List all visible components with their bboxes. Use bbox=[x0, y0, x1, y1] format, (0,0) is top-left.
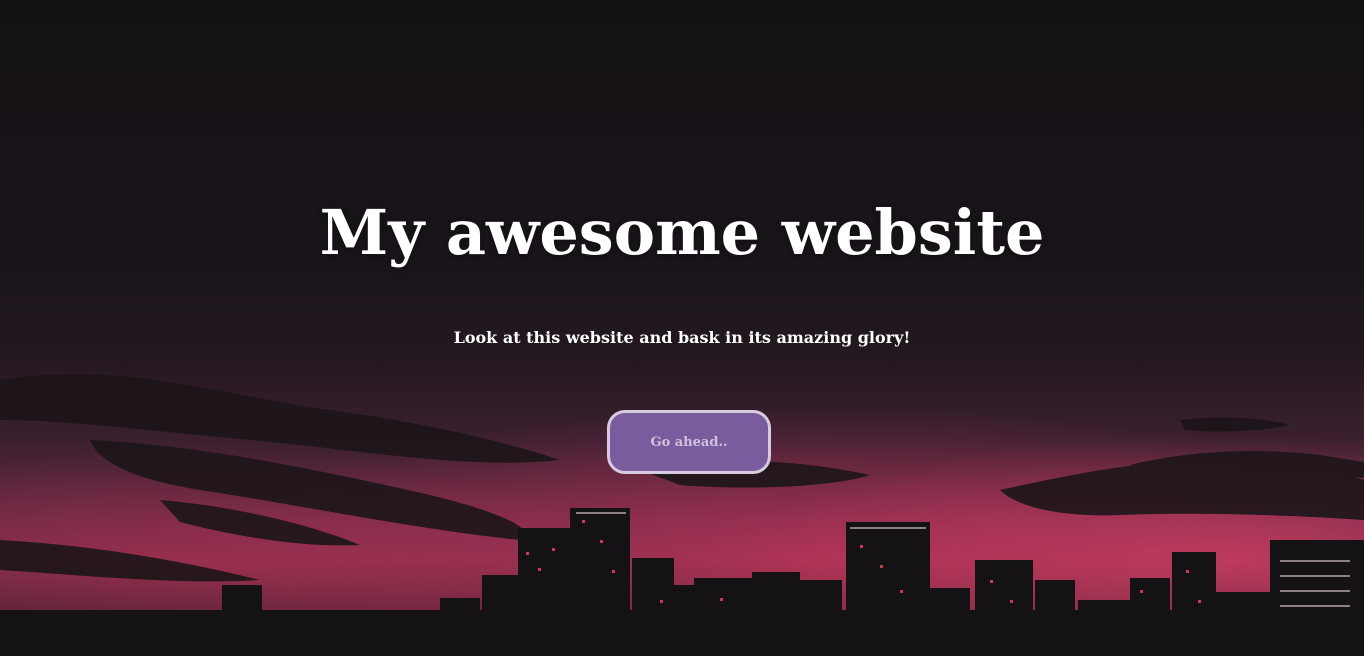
hero-section: My awesome website Look at this website … bbox=[0, 0, 1364, 656]
page-title: My awesome website bbox=[319, 196, 1045, 269]
hero-subtitle: Look at this website and bask in its ama… bbox=[453, 328, 911, 347]
hero-content: My awesome website Look at this website … bbox=[0, 0, 1364, 656]
go-ahead-button[interactable]: Go ahead.. bbox=[607, 410, 771, 474]
